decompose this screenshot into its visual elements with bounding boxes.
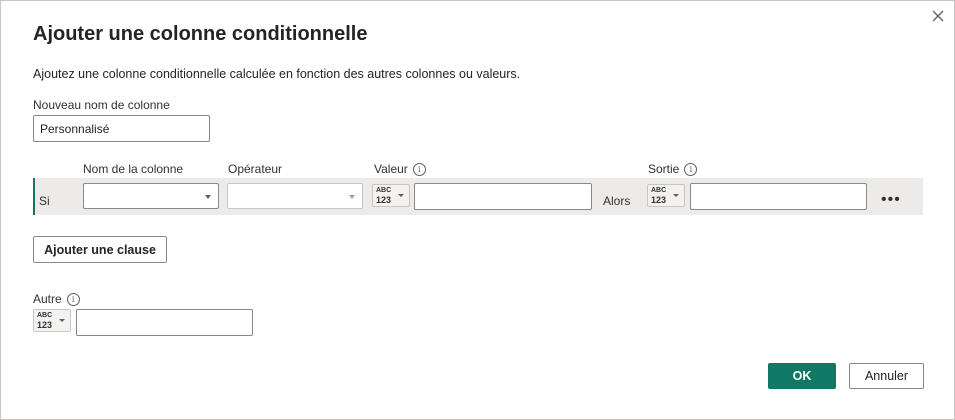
operator-header: Opérateur: [228, 162, 283, 176]
output-input[interactable]: [690, 183, 867, 210]
new-column-name-input[interactable]: [33, 115, 210, 142]
if-label: Si: [39, 194, 50, 208]
new-column-name-label: Nouveau nom de colonne: [33, 98, 170, 112]
chevron-down-icon: [673, 194, 679, 197]
operator-dropdown[interactable]: [227, 183, 363, 209]
chevron-down-icon: [398, 194, 404, 197]
dialog-description: Ajoutez une colonne conditionnelle calcu…: [33, 67, 521, 81]
column-name-header: Nom de la colonne: [83, 162, 184, 176]
value-type-selector[interactable]: ABC 123: [372, 184, 410, 207]
chevron-down-icon: [59, 319, 65, 322]
else-value-input[interactable]: [76, 309, 253, 336]
then-label: Alors: [603, 194, 631, 208]
value-header: Valeur i: [374, 162, 426, 176]
info-icon[interactable]: i: [684, 162, 698, 176]
output-type-selector[interactable]: ABC 123: [647, 184, 685, 207]
chevron-down-icon: [205, 195, 211, 199]
data-type-icon: ABC: [376, 187, 392, 194]
data-type-icon: ABC: [651, 187, 667, 194]
else-label: Autre i: [33, 292, 80, 306]
else-type-selector[interactable]: ABC 123: [33, 309, 71, 332]
chevron-down-icon: [349, 195, 355, 199]
dialog-title: Ajouter une colonne conditionnelle: [33, 23, 368, 45]
info-icon[interactable]: i: [66, 292, 80, 306]
more-options-icon[interactable]: •••: [881, 191, 901, 209]
cancel-button[interactable]: Annuler: [849, 363, 924, 389]
value-input[interactable]: [414, 183, 592, 210]
close-icon[interactable]: [929, 7, 947, 25]
ok-button[interactable]: OK: [768, 363, 836, 389]
info-icon[interactable]: i: [412, 162, 426, 176]
data-type-icon: ABC: [37, 312, 53, 319]
column-name-dropdown[interactable]: [83, 183, 219, 209]
add-conditional-column-dialog: Ajouter une colonne conditionnelle Ajout…: [0, 0, 955, 420]
output-header: Sortie i: [648, 162, 698, 176]
add-clause-button[interactable]: Ajouter une clause: [33, 236, 167, 263]
